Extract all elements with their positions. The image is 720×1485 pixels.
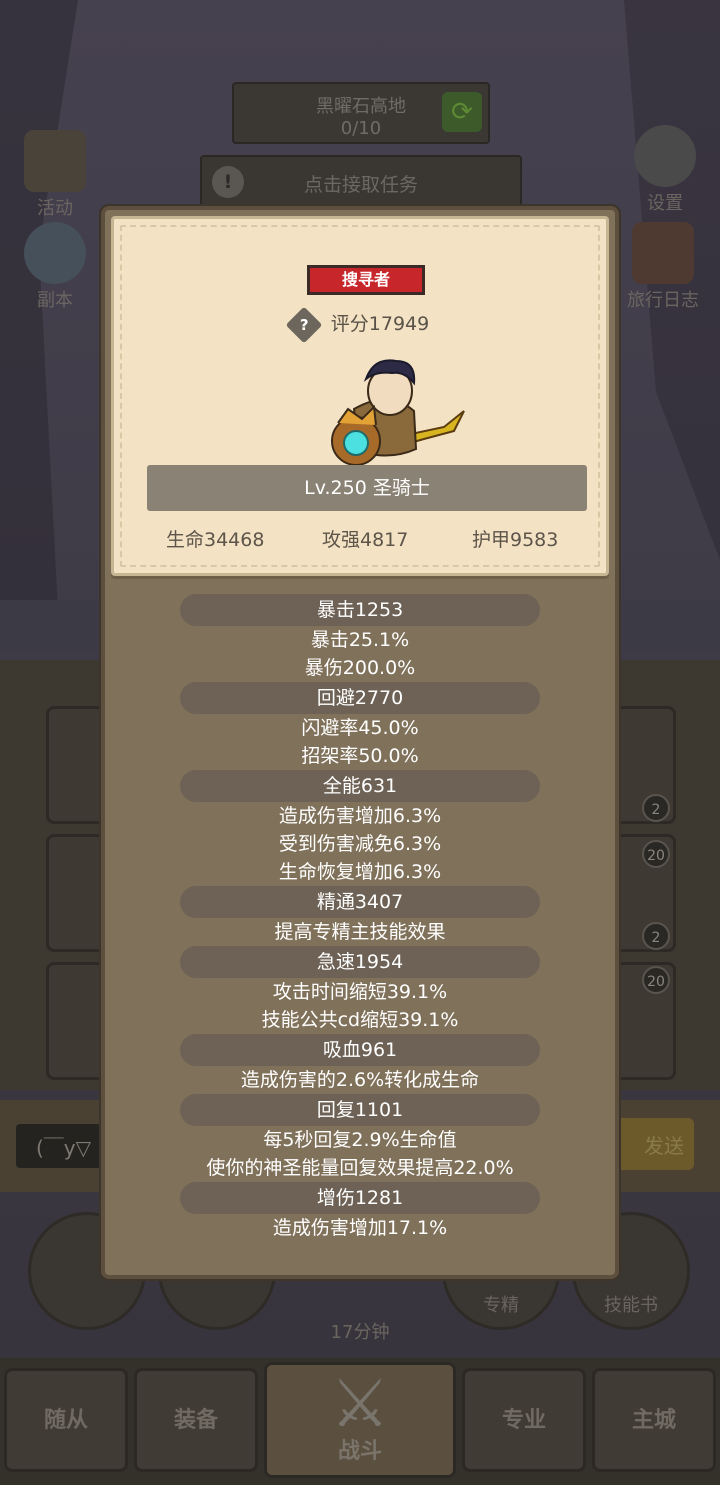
crossed-swords-icon: ⚔ <box>330 1365 390 1442</box>
attribute-detail: 提高专精主技能效果 <box>274 921 446 943</box>
tab-main-city[interactable]: 主城 <box>592 1368 716 1472</box>
gear-icon <box>634 125 696 187</box>
attribute-detail: 造成伤害的2.6%转化成生命 <box>240 1069 480 1091</box>
idle-timer: 17分钟 <box>330 1322 390 1343</box>
attribute-detail: 造成伤害增加6.3% <box>278 805 442 827</box>
attribute-detail: 闪避率45.0% <box>301 717 419 739</box>
attribute-header: 精通3407 <box>180 886 540 918</box>
attribute-header: 急速1954 <box>180 946 540 978</box>
core-stats: 生命34468 攻强4817 护甲9583 <box>114 525 606 555</box>
attribute-block: 回复1101 每5秒回复2.9%生命值使你的神圣能量回复效果提高22.0% <box>105 1094 615 1182</box>
travel-log-label: 旅行日志 <box>627 290 699 311</box>
specialization-label: 专精 <box>483 1295 519 1316</box>
attribute-detail: 攻击时间缩短39.1% <box>272 981 448 1003</box>
travel-log-button[interactable]: 旅行日志 <box>618 222 708 312</box>
stat-armor: 护甲9583 <box>472 529 559 551</box>
refresh-icon[interactable]: ⟳ <box>442 92 482 132</box>
dungeon-label: 副本 <box>37 290 73 311</box>
send-button[interactable]: 发送 <box>614 1118 694 1170</box>
attribute-detail: 每5秒回复2.9%生命值 <box>263 1129 457 1151</box>
tab-followers[interactable]: 随从 <box>4 1368 128 1472</box>
skill-book-label: 技能书 <box>604 1295 658 1316</box>
accept-task-button[interactable]: ! 点击接取任务 <box>200 155 522 207</box>
portal-icon <box>24 222 86 284</box>
attribute-header: 增伤1281 <box>180 1182 540 1214</box>
attribute-header: 暴击1253 <box>180 594 540 626</box>
character-info-modal: 搜寻者 ? 评分17949 Lv.250 圣骑士 生命34468 攻强4817 护… <box>101 206 619 1279</box>
scroll-icon <box>24 130 86 192</box>
character-title-badge: 搜寻者 <box>307 265 425 295</box>
slot-level-badge: 20 <box>642 840 670 868</box>
character-card: 搜寻者 ? 评分17949 Lv.250 圣骑士 生命34468 攻强4817 护… <box>111 216 609 576</box>
activity-button[interactable]: 活动 <box>10 130 100 220</box>
attribute-block: 回避2770 闪避率45.0% 招架率50.0% <box>105 682 615 770</box>
tab-profession[interactable]: 专业 <box>462 1368 586 1472</box>
help-icon-glyph: ? <box>299 315 309 334</box>
slot-count-badge: 2 <box>642 922 670 950</box>
level-class-bar: Lv.250 圣骑士 <box>147 465 587 511</box>
stat-hp: 生命34468 <box>166 529 265 551</box>
attribute-block: 全能631 造成伤害增加6.3% 受到伤害减免6.3% 生命恢复增加6.3% <box>105 770 615 886</box>
stat-attack-power: 攻强4817 <box>322 529 409 551</box>
attribute-block: 精通3407 提高专精主技能效果 <box>105 886 615 946</box>
accept-task-label: 点击接取任务 <box>303 174 418 196</box>
attribute-header: 回复1101 <box>180 1094 540 1126</box>
score-row: ? 评分17949 <box>114 306 606 343</box>
attribute-block: 暴击1253 暴击25.1% 暴伤200.0% <box>105 594 615 682</box>
settings-label: 设置 <box>647 193 683 214</box>
attribute-list: 暴击1253 暴击25.1% 暴伤200.0% 回避2770 闪避率45.0% 招架率50… <box>105 594 615 1242</box>
attribute-detail: 使你的神圣能量回复效果提高22.0% <box>206 1157 514 1179</box>
attribute-block: 急速1954 攻击时间缩短39.1% 技能公共cd缩短39.1% <box>105 946 615 1034</box>
slot-count-badge: 2 <box>642 794 670 822</box>
tab-battle-label: 战斗 <box>337 1439 382 1464</box>
activity-label: 活动 <box>37 198 73 219</box>
character-avatar <box>331 359 465 466</box>
attribute-block: 吸血961 造成伤害的2.6%转化成生命 <box>105 1034 615 1094</box>
quest-panel[interactable]: 黑曜石高地 0/10 ⟳ <box>232 82 490 144</box>
help-icon[interactable]: ? <box>285 306 323 343</box>
attribute-detail: 生命恢复增加6.3% <box>278 861 442 883</box>
score-value: 评分17949 <box>330 313 430 335</box>
slot-level-badge: 20 <box>642 966 670 994</box>
dungeon-button[interactable]: 副本 <box>10 222 100 312</box>
attribute-header: 吸血961 <box>180 1034 540 1066</box>
attribute-header: 回避2770 <box>180 682 540 714</box>
attribute-block: 增伤1281 造成伤害增加17.1% <box>105 1182 615 1242</box>
book-icon <box>632 222 694 284</box>
settings-button[interactable]: 设置 <box>620 125 710 215</box>
attribute-detail: 招架率50.0% <box>301 745 419 767</box>
attribute-detail: 受到伤害减免6.3% <box>278 833 442 855</box>
tab-equipment[interactable]: 装备 <box>134 1368 258 1472</box>
attribute-detail: 造成伤害增加17.1% <box>272 1217 448 1239</box>
attribute-detail: 暴击25.1% <box>310 629 410 651</box>
tab-battle[interactable]: ⚔ 战斗 <box>264 1362 456 1478</box>
attribute-detail: 暴伤200.0% <box>304 657 416 679</box>
attribute-detail: 技能公共cd缩短39.1% <box>261 1009 459 1031</box>
attribute-header: 全能631 <box>180 770 540 802</box>
